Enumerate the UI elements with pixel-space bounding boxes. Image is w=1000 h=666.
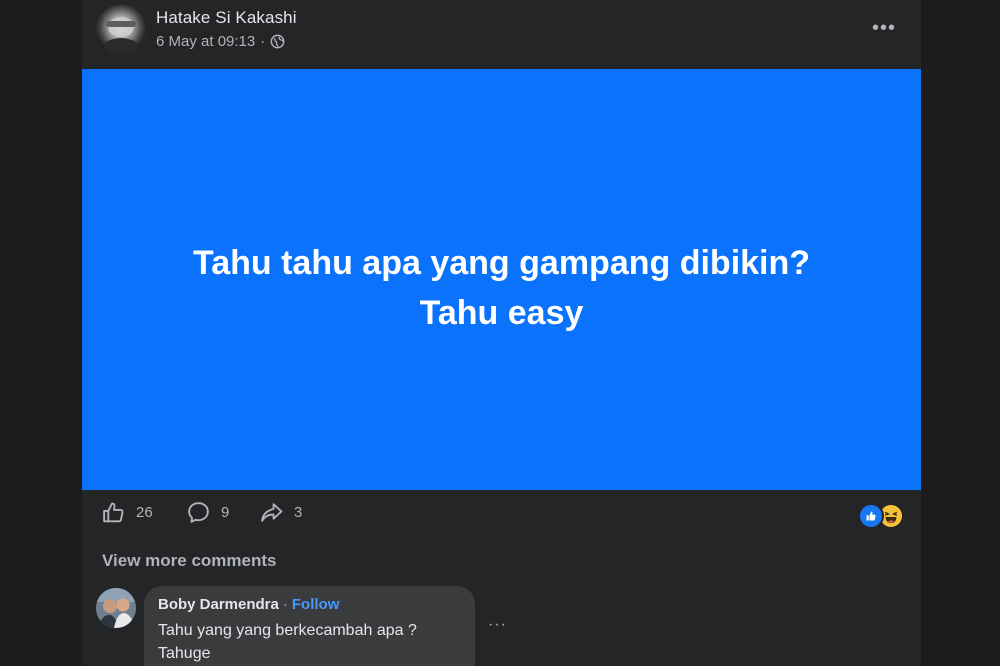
author-avatar[interactable] <box>96 5 146 55</box>
comment-button[interactable]: 9 <box>186 500 229 525</box>
share-arrow-icon <box>261 503 283 522</box>
post-more-button[interactable]: ••• <box>866 14 902 42</box>
post-card: Hatake Si Kakashi 6 May at 09:13 · ••• T… <box>82 0 921 666</box>
follow-button[interactable]: Follow <box>292 596 340 613</box>
post-actions-bar: 26 9 3 <box>82 490 921 538</box>
meta-separator: · <box>260 33 266 50</box>
post-banner[interactable]: Tahu tahu apa yang gampang dibikin? Tahu… <box>82 69 921 490</box>
comment-more-button[interactable]: ··· <box>488 616 507 634</box>
commenter-avatar[interactable] <box>96 588 136 628</box>
post-meta: 6 May at 09:13 · <box>156 33 285 50</box>
post-author-name[interactable]: Hatake Si Kakashi <box>156 8 297 28</box>
post-text: Tahu tahu apa yang gampang dibikin? Tahu… <box>193 238 810 338</box>
comment-bubble-icon <box>188 502 209 523</box>
comment-separator: · <box>282 596 288 613</box>
post-header: Hatake Si Kakashi 6 May at 09:13 · ••• <box>82 0 921 69</box>
post-text-line-1: Tahu tahu apa yang gampang dibikin? <box>192 243 811 282</box>
share-button[interactable]: 3 <box>259 500 302 525</box>
post-text-line-2: Tahu easy <box>419 293 584 332</box>
comment-text: Tahu yang yang berkecambah apa ? Tahuge <box>158 622 417 662</box>
like-button[interactable]: 26 <box>101 500 153 525</box>
globe-icon[interactable] <box>270 34 285 49</box>
comment-bubble: Boby Darmendra · Follow Tahu yang yang b… <box>144 586 475 666</box>
commenter-avatar-image <box>96 588 136 628</box>
like-count: 26 <box>136 504 153 521</box>
reactions-summary[interactable] <box>858 503 908 529</box>
thumbs-up-icon <box>103 502 124 523</box>
avatar-image <box>96 5 146 55</box>
post-timestamp[interactable]: 6 May at 09:13 <box>156 33 255 50</box>
commenter-name[interactable]: Boby Darmendra <box>158 596 279 613</box>
view-more-comments-link[interactable]: View more comments <box>102 551 276 571</box>
share-count: 3 <box>294 504 303 521</box>
like-icon <box>858 503 884 529</box>
more-horizontal-icon: ••• <box>871 17 896 39</box>
comment-count: 9 <box>221 504 230 521</box>
comment-header: Boby Darmendra · Follow <box>158 596 339 613</box>
